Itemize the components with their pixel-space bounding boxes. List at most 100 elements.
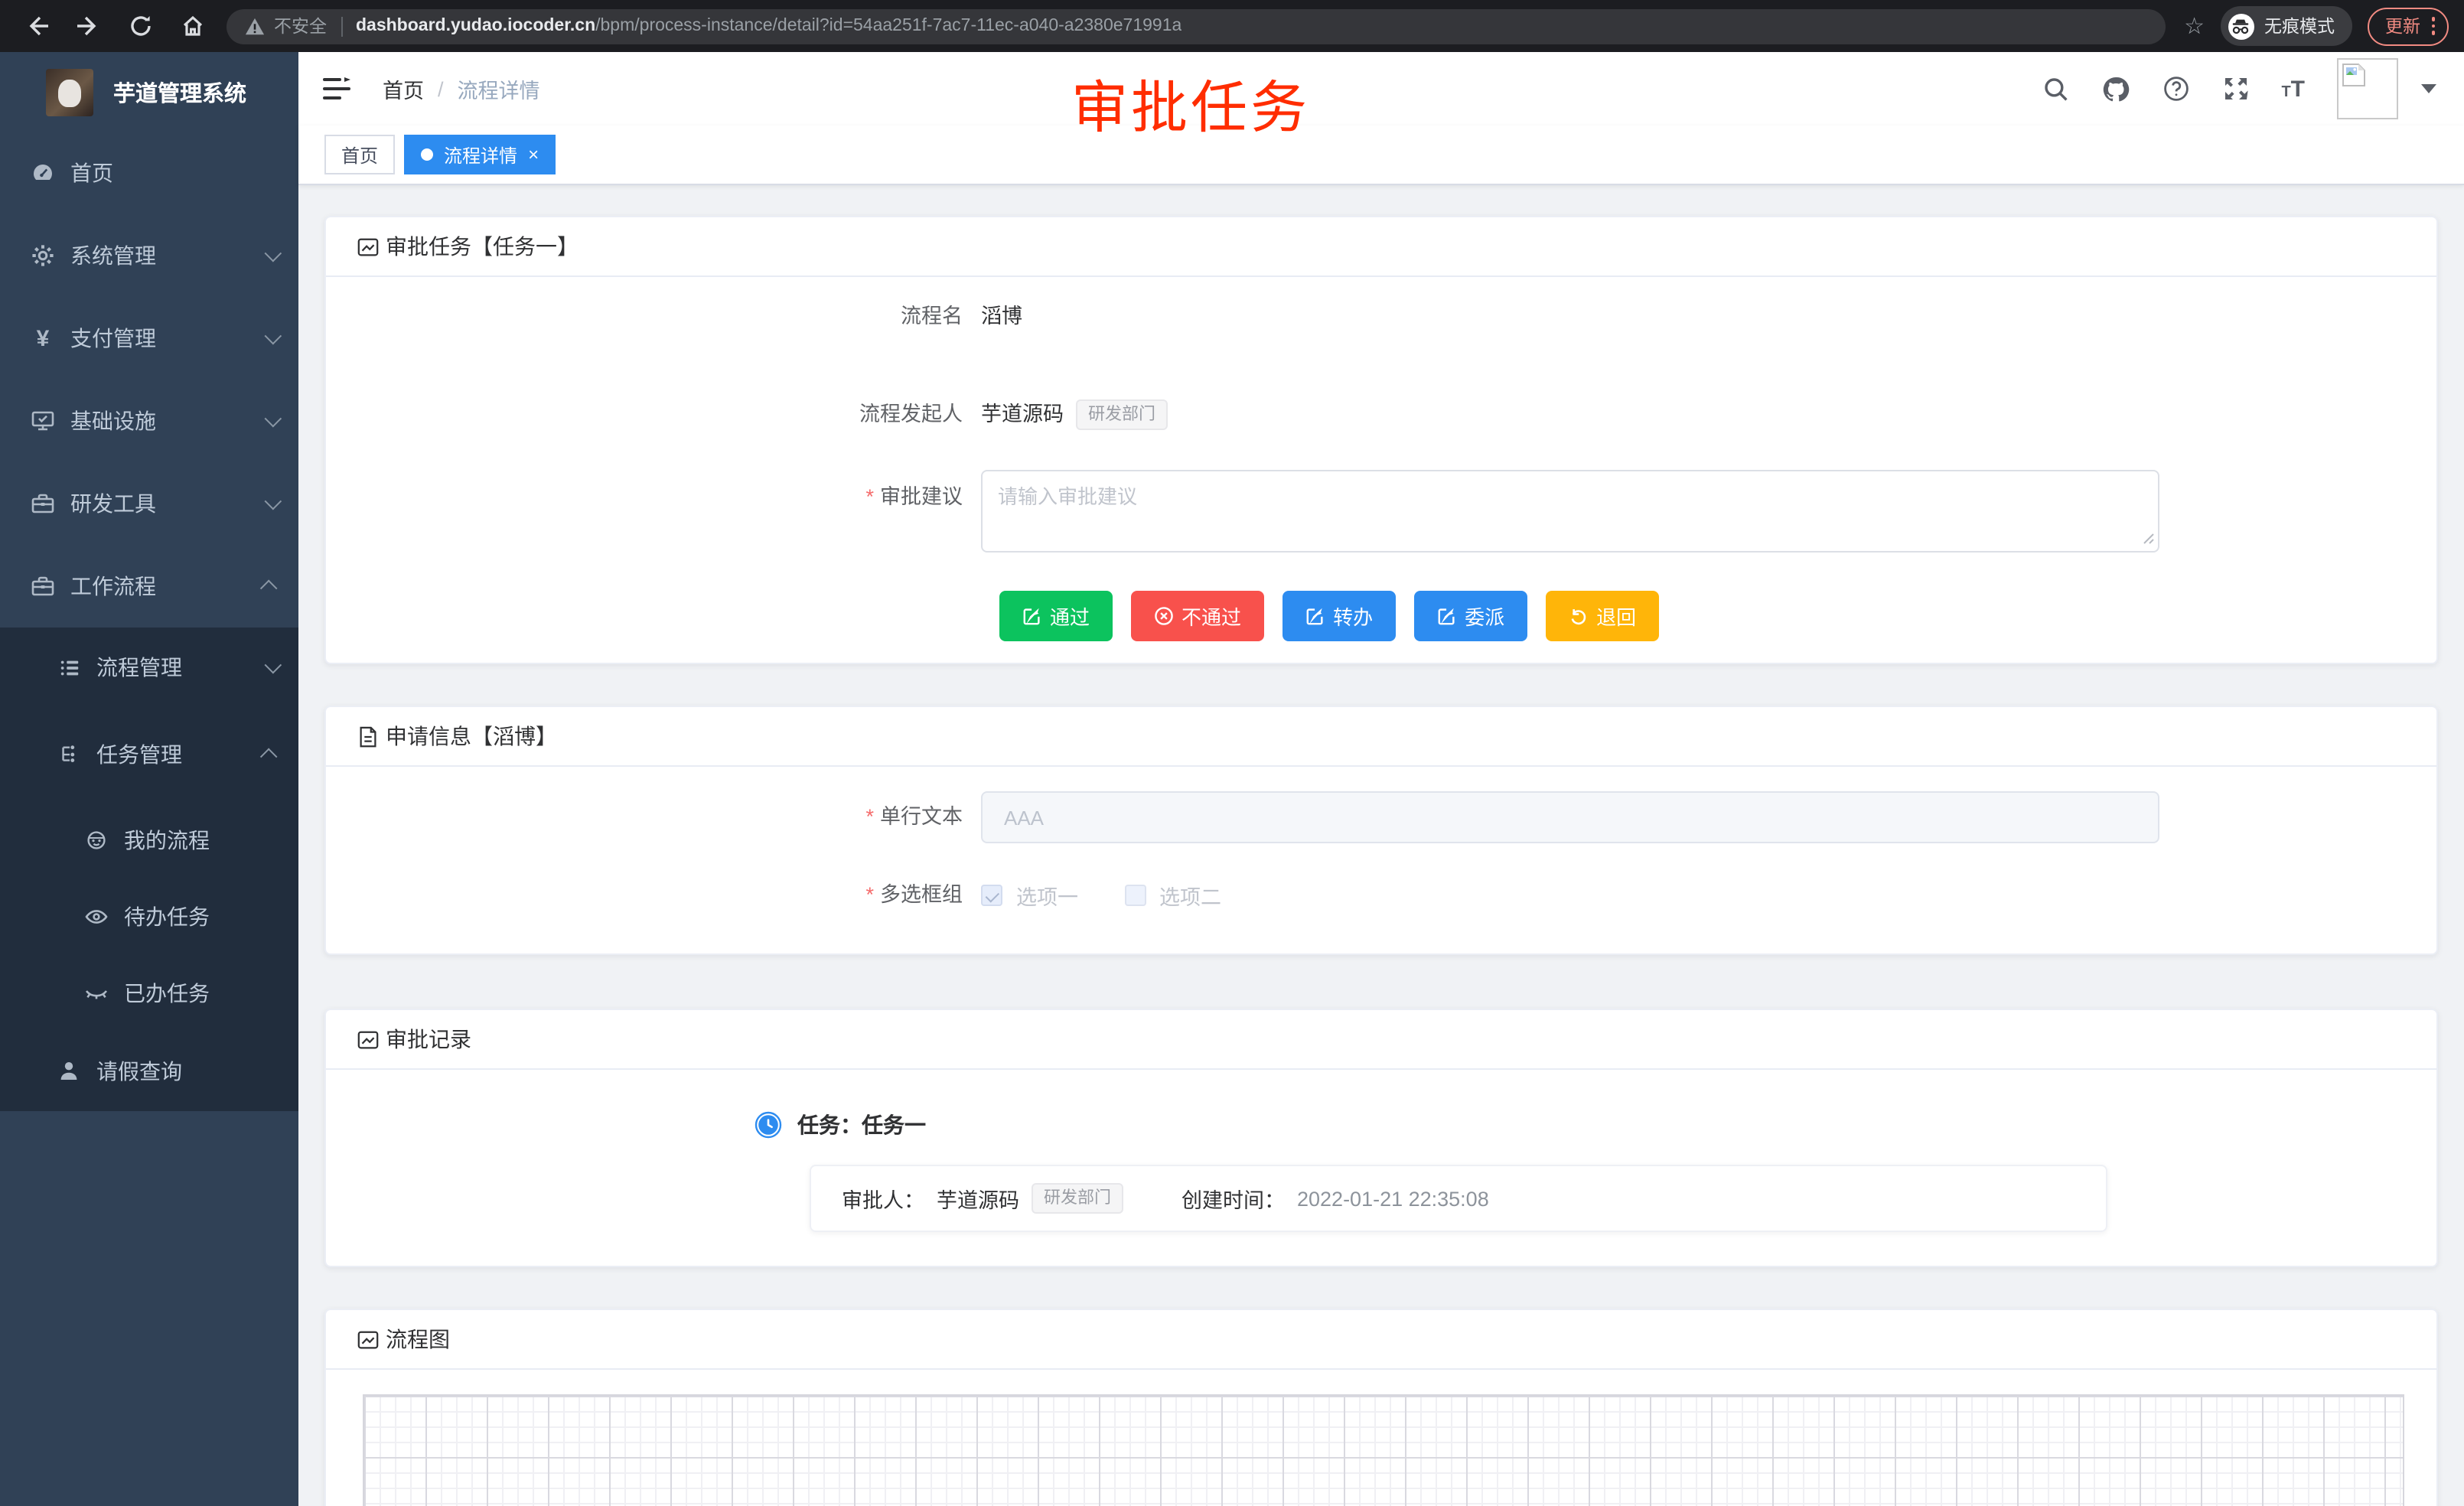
toolbox-icon xyxy=(31,491,55,516)
checkbox-unchecked-icon xyxy=(1124,885,1146,906)
sidebar-collapse-icon[interactable] xyxy=(321,73,352,104)
incognito-label: 无痕模式 xyxy=(2264,14,2335,38)
tab-home[interactable]: 首页 xyxy=(324,135,395,174)
help-icon[interactable] xyxy=(2162,75,2189,103)
breadcrumb: 首页 / 流程详情 xyxy=(383,73,540,104)
sidebar-menu: 首页 系统管理 ¥ 支付管理 xyxy=(0,132,298,1111)
sidebar-item-label: 工作流程 xyxy=(70,571,265,601)
process-name-value: 滔博 xyxy=(981,302,1022,332)
font-size-icon[interactable]: TT xyxy=(2281,76,2305,102)
chevron-down-icon xyxy=(265,657,282,674)
fullscreen-icon[interactable] xyxy=(2221,75,2249,103)
update-label: 更新 xyxy=(2385,14,2420,38)
sidebar-item-workflow[interactable]: 工作流程 xyxy=(0,545,298,628)
return-button[interactable]: 退回 xyxy=(1546,591,1659,641)
sidebar-item-leave-query[interactable]: 请假查询 xyxy=(0,1032,298,1111)
button-label: 委派 xyxy=(1465,601,1504,631)
breadcrumb-home[interactable]: 首页 xyxy=(383,73,424,104)
sidebar-item-label: 系统管理 xyxy=(70,240,265,271)
app-logo-row[interactable]: 芋道管理系统 xyxy=(0,52,298,132)
button-label: 转办 xyxy=(1333,601,1373,631)
incognito-icon xyxy=(2228,13,2254,39)
sidebar-item-label: 待办任务 xyxy=(124,901,277,932)
approve-button[interactable]: 通过 xyxy=(999,591,1113,641)
active-dot-icon xyxy=(421,148,433,161)
avatar[interactable] xyxy=(2337,58,2398,119)
suggestion-textarea[interactable] xyxy=(981,470,2159,553)
address-bar[interactable]: 不安全 dashboard.yudao.iocoder.cn /bpm/proc… xyxy=(227,8,2166,44)
button-label: 退回 xyxy=(1596,601,1636,631)
sidebar-item-todo-task[interactable]: 待办任务 xyxy=(0,878,298,955)
dept-tag: 研发部门 xyxy=(1032,1183,1123,1214)
chevron-down-icon xyxy=(265,328,282,345)
browser-update-button[interactable]: 更新 xyxy=(2367,7,2449,45)
browser-reload-button[interactable] xyxy=(119,5,162,47)
sidebar-item-label: 流程管理 xyxy=(96,652,265,683)
tab-process-detail[interactable]: 流程详情 × xyxy=(404,135,556,174)
checkbox-option-1[interactable]: 选项一 xyxy=(981,880,1078,911)
initiator-label: 流程发起人 xyxy=(326,399,981,430)
card-title: 审批任务【任务一】 xyxy=(386,231,579,262)
close-icon[interactable]: × xyxy=(528,145,539,164)
clock-node-icon xyxy=(755,1111,782,1139)
browser-menu-icon[interactable] xyxy=(2431,18,2435,35)
page-content: 审批任务【任务一】 流程名 滔博 流程发起人 芋道源码 研发部门 xyxy=(298,185,2464,1506)
button-label: 通过 xyxy=(1050,601,1090,631)
tab-label: 首页 xyxy=(341,142,378,168)
avatar-caret-icon[interactable] xyxy=(2421,84,2436,93)
delegate-button[interactable]: 委派 xyxy=(1414,591,1527,641)
chevron-down-icon xyxy=(265,410,282,428)
chevron-down-icon xyxy=(265,493,282,510)
browser-forward-button[interactable] xyxy=(67,5,110,47)
sidebar-item-done-task[interactable]: 已办任务 xyxy=(0,955,298,1032)
sidebar-item-home[interactable]: 首页 xyxy=(0,132,298,214)
sidebar-item-payment[interactable]: ¥ 支付管理 xyxy=(0,297,298,380)
single-line-text-input[interactable] xyxy=(981,791,2159,843)
action-buttons-row: 通过 不通过 转办 委 xyxy=(326,591,2436,641)
sidebar-item-process-mgmt[interactable]: 流程管理 xyxy=(0,628,298,707)
browser-chrome: 不安全 dashboard.yudao.iocoder.cn /bpm/proc… xyxy=(0,0,2464,52)
sidebar-item-task-mgmt[interactable]: 任务管理 xyxy=(0,707,298,802)
process-name-label: 流程名 xyxy=(326,302,981,332)
checkbox-label: 选项一 xyxy=(1016,880,1078,911)
checkbox-group-label: 多选框组 xyxy=(326,880,981,911)
bookmark-star-icon[interactable]: ☆ xyxy=(2184,12,2205,40)
browser-back-button[interactable] xyxy=(15,5,58,47)
sidebar-item-infra[interactable]: 基础设施 xyxy=(0,380,298,462)
eye-closed-icon xyxy=(84,981,109,1006)
timeline-item: 任务：任务一 xyxy=(326,1110,2436,1140)
search-icon[interactable] xyxy=(2042,76,2068,102)
sidebar-item-label: 我的流程 xyxy=(124,825,277,856)
sidebar-item-devtools[interactable]: 研发工具 xyxy=(0,462,298,545)
approval-records-card: 审批记录 任务：任务一 审批人： 芋道源码 研发部门 xyxy=(324,1009,2438,1267)
text-field-row: 单行文本 xyxy=(326,791,2436,843)
document-icon xyxy=(357,725,380,748)
button-label: 不通过 xyxy=(1181,601,1241,631)
picture-icon xyxy=(357,235,380,258)
github-icon[interactable] xyxy=(2101,74,2130,103)
sidebar-item-my-process[interactable]: 我的流程 xyxy=(0,802,298,878)
suggestion-row: 审批建议 xyxy=(326,470,2436,560)
checkbox-option-2[interactable]: 选项二 xyxy=(1124,880,1221,911)
create-time-label: 创建时间： xyxy=(1181,1183,1285,1214)
transfer-button[interactable]: 转办 xyxy=(1283,591,1396,641)
url-host: dashboard.yudao.iocoder.cn xyxy=(356,17,595,35)
checkbox-group-row: 多选框组 选项一 选项二 xyxy=(326,880,2436,911)
bpmn-canvas[interactable] xyxy=(363,1394,2404,1506)
omnibox-divider xyxy=(341,16,342,36)
top-navbar: 首页 / 流程详情 TT xyxy=(298,52,2464,126)
chevron-down-icon xyxy=(265,245,282,262)
browser-home-button[interactable] xyxy=(171,5,214,47)
suggestion-label: 审批建议 xyxy=(326,470,981,513)
sidebar-item-label: 研发工具 xyxy=(70,488,265,519)
sidebar-item-system[interactable]: 系统管理 xyxy=(0,214,298,297)
gear-icon xyxy=(31,243,55,268)
process-diagram-card: 流程图 xyxy=(324,1309,2438,1506)
url-path: /bpm/process-instance/detail?id=54aa251f… xyxy=(595,17,1181,35)
approver-label: 审批人： xyxy=(842,1183,924,1214)
resize-grip-icon[interactable] xyxy=(2143,525,2155,553)
sidebar-item-label: 任务管理 xyxy=(96,739,265,770)
apply-info-card: 申请信息【滔博】 单行文本 多选框组 选项一 xyxy=(324,706,2438,955)
reject-button[interactable]: 不通过 xyxy=(1131,591,1264,641)
tab-label: 流程详情 xyxy=(444,142,517,168)
